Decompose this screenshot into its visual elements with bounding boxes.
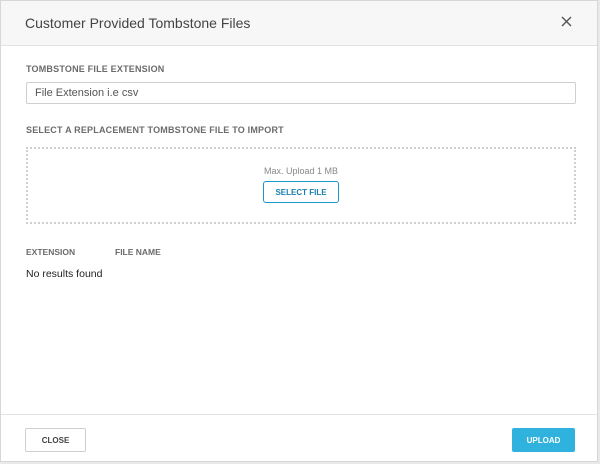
close-icon[interactable] [557,12,577,32]
column-header-extension: EXTENSION [26,247,76,257]
close-button[interactable]: CLOSE [25,428,86,452]
upload-button[interactable]: UPLOAD [512,428,575,452]
extension-field-label: TOMBSTONE FILE EXTENSION [26,64,165,74]
select-file-button[interactable]: SELECT FILE [263,181,339,203]
modal-header: Customer Provided Tombstone Files [1,1,597,46]
file-extension-input[interactable] [26,82,576,104]
modal-footer: CLOSE UPLOAD [1,414,597,461]
modal-title: Customer Provided Tombstone Files [25,15,251,31]
import-section-label: SELECT A REPLACEMENT TOMBSTONE FILE TO I… [26,125,284,135]
file-dropzone[interactable]: Max. Upload 1 MB SELECT FILE [26,147,576,224]
no-results-message: No results found [26,268,103,280]
column-header-file-name: FILE NAME [115,247,161,257]
tombstone-files-modal: Customer Provided Tombstone Files TOMBST… [0,0,598,462]
upload-size-hint: Max. Upload 1 MB [263,166,339,176]
